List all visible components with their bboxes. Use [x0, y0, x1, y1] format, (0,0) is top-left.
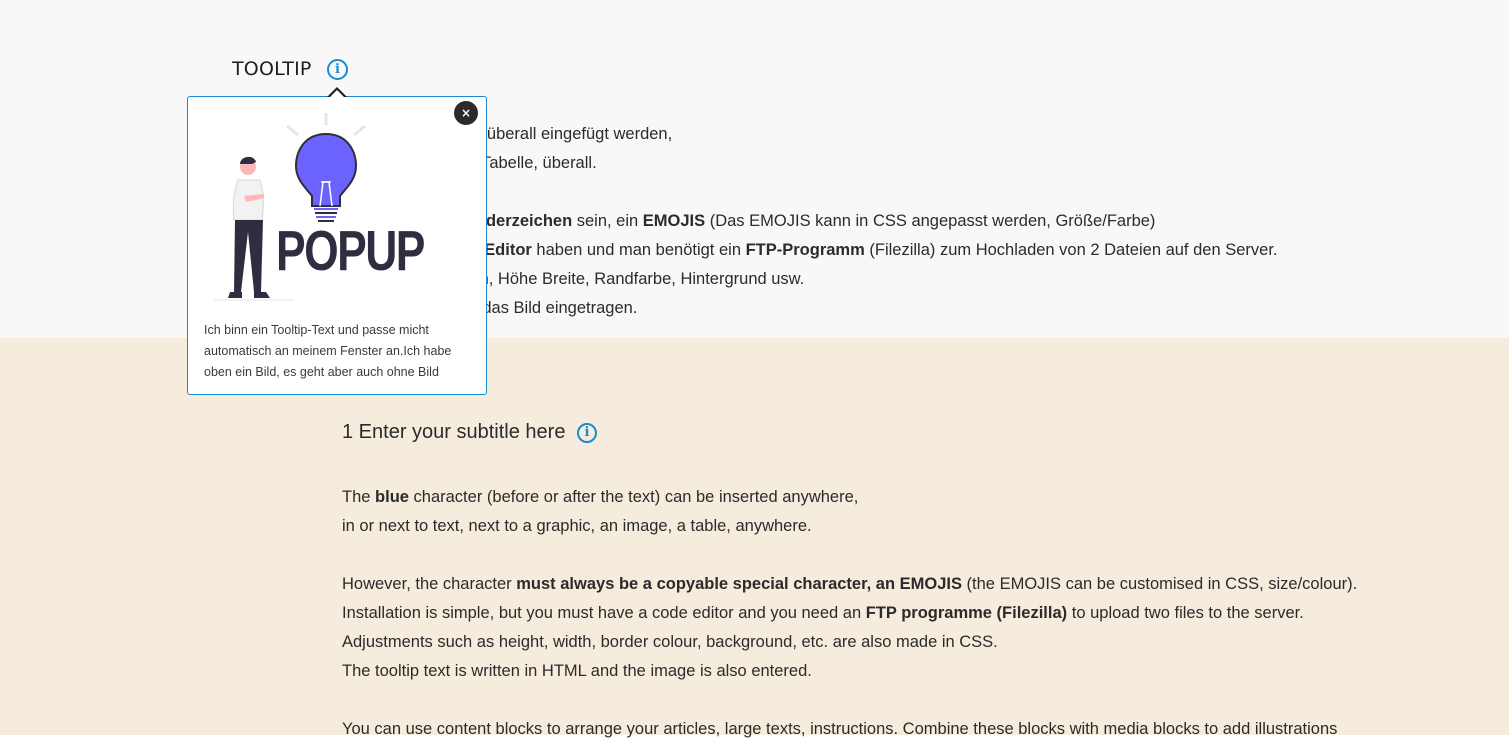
bold-text: FTP-Programm [745, 241, 865, 259]
text-line: ngen vorgenommen, Höhe Breite, Randfarbe… [342, 265, 1492, 294]
bold-text: blue [375, 488, 409, 506]
text-span: Installation is simple, but you must hav… [342, 604, 866, 622]
text-span: character (before or after the text) can… [408, 488, 859, 506]
text-span: sein, ein [572, 212, 643, 230]
text-line: However, the character must always be a … [342, 570, 1502, 599]
content-body: The blue character (before or after the … [342, 483, 1502, 744]
text-span: (the EMOJIS can be customised in CSS, si… [961, 575, 1358, 593]
info-icon[interactable]: i [327, 59, 348, 80]
text-line: in or next to text, next to a graphic, a… [342, 512, 1502, 541]
text-line [342, 541, 1502, 570]
text-span: Adjustments such as height, width, borde… [342, 633, 998, 651]
popup-image-label: POPUP [276, 219, 425, 283]
text-span: (Das EMOJIS kann in CSS angepasst werden… [705, 212, 1156, 230]
text-line [342, 178, 1492, 207]
text-line: chrieben und auch das Bild eingetragen. [342, 294, 1492, 323]
text-line [342, 686, 1502, 715]
bold-text: EMOJIS [642, 212, 706, 230]
popup-image: POPUP [204, 110, 470, 309]
text-line: The blue character (before or after the … [342, 483, 1502, 512]
german-description: or der Schrift) kann überall eingefügt w… [342, 120, 1492, 323]
bold-text: must always be a copyable special charac… [516, 575, 962, 593]
info-icon[interactable]: i [577, 423, 597, 443]
text-line: s aber einen Code-Editor haben und man b… [342, 236, 1492, 265]
text-span: (Filezilla) zum Hochladen von 2 Dateien … [864, 241, 1278, 259]
tooltip-popup: POPUP Ich binn ein Tooltip-Text und pass… [187, 96, 487, 395]
text-span: haben und man benötigt ein [531, 241, 746, 259]
text-span: However, the character [342, 575, 517, 593]
text-span: You can use content blocks to arrange yo… [342, 720, 1338, 738]
text-span: to upload two files to the server. [1067, 604, 1304, 622]
text-line: Adjustments such as height, width, borde… [342, 628, 1502, 657]
close-button[interactable]: × [454, 101, 478, 125]
bold-text: FTP programme (Filezilla) [865, 604, 1068, 622]
text-line: The tooltip text is written in HTML and … [342, 657, 1502, 686]
text-line: n kopierbares Sonderzeichen sein, ein EM… [342, 207, 1492, 236]
text-line: Grafik, einem Bild, Tabelle, überall. [342, 149, 1492, 178]
section-title: TOOLTIP [232, 58, 312, 80]
text-line: or der Schrift) kann überall eingefügt w… [342, 120, 1492, 149]
text-line: You can use content blocks to arrange yo… [342, 715, 1502, 744]
text-line: Installation is simple, but you must hav… [342, 599, 1502, 628]
popup-text: Ich binn ein Tooltip-Text und passe mich… [204, 323, 452, 379]
subtitle: 1 Enter your subtitle here [342, 421, 566, 443]
text-span: The tooltip text is written in HTML and … [342, 662, 812, 680]
text-span: The [342, 488, 376, 506]
text-span: in or next to text, next to a graphic, a… [342, 517, 812, 535]
popup-arrow-inner [329, 89, 345, 98]
